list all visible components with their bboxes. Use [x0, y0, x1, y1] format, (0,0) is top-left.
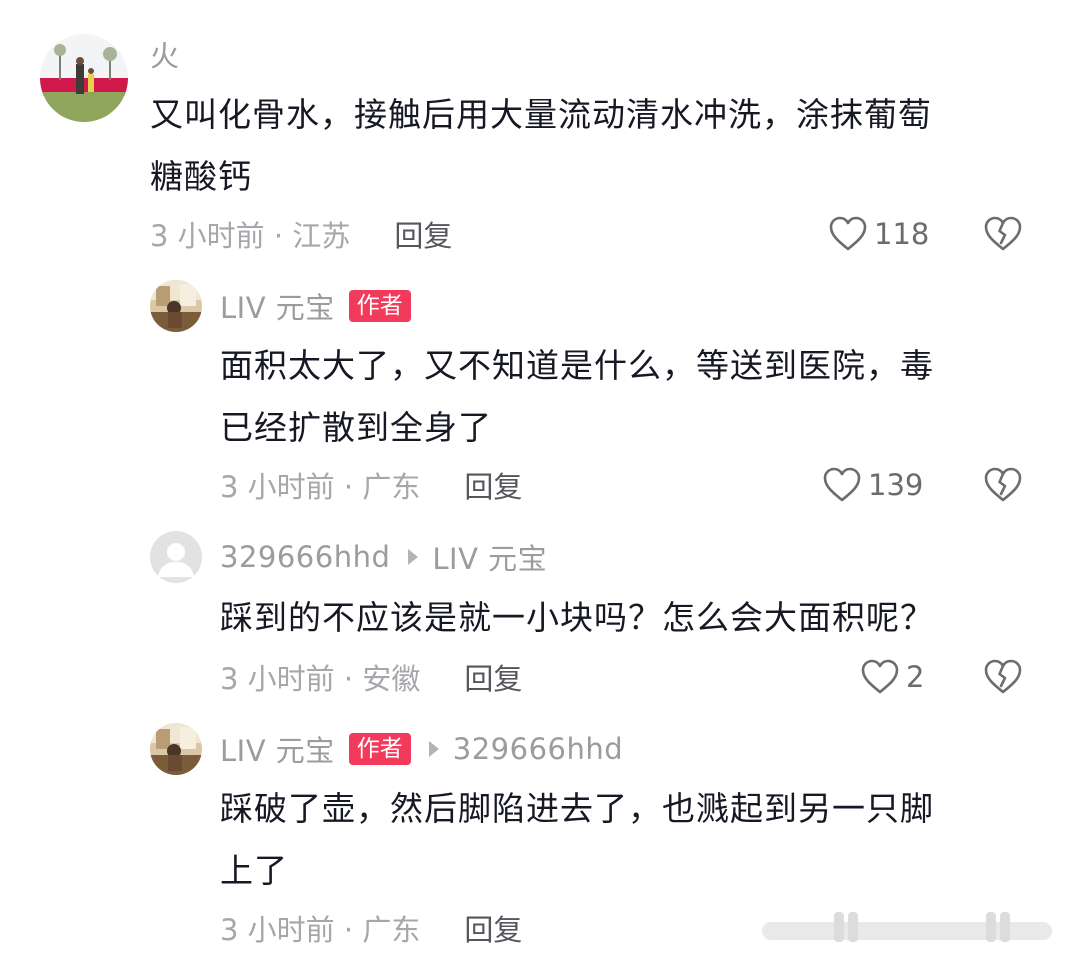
meta-row: 3 小时前 · 广东 回复 — [220, 463, 522, 507]
broken-heart-icon[interactable] — [983, 465, 1023, 505]
avatar[interactable] — [40, 34, 128, 122]
comment-text-line: 踩到的不应该是就一小块吗？怎么会大面积呢？ — [220, 598, 934, 637]
comment-text: 踩破了壶，然后脚陷进去了，也溅起到另一只脚 上了 — [220, 778, 1040, 902]
meta-row: 3 小时前 · 安徽 回复 — [220, 655, 522, 699]
heart-outline-icon — [860, 657, 900, 697]
meta-row: 3 小时前 · 广东 回复 — [220, 906, 522, 950]
username[interactable]: 火 — [150, 33, 180, 75]
meta-row: 3 小时前 · 江苏 回复 — [150, 212, 452, 256]
avatar[interactable] — [150, 531, 202, 583]
username[interactable]: LIV 元宝 — [220, 728, 335, 770]
username-row: LIV 元宝 作者 329666hhd — [220, 729, 623, 769]
reply-button[interactable]: 回复 — [394, 213, 452, 255]
username-row: 火 — [150, 34, 180, 74]
comment-text-line: 又叫化骨水，接触后用大量流动清水冲洗，涂抹葡萄 — [150, 95, 932, 134]
username[interactable]: LIV 元宝 — [220, 285, 335, 327]
triangle-right-icon — [408, 549, 419, 565]
time-location: 3 小时前 · 安徽 — [220, 662, 421, 696]
time-location: 3 小时前 · 广东 — [220, 470, 421, 504]
like-count: 139 — [868, 468, 924, 502]
author-badge: 作者 — [348, 733, 411, 765]
like-count: 2 — [906, 660, 925, 694]
avatar[interactable] — [150, 723, 202, 775]
like-button[interactable]: 118 — [828, 212, 929, 256]
username-row: LIV 元宝 作者 — [220, 286, 411, 326]
reply-to-username[interactable]: 329666hhd — [453, 732, 623, 766]
avatar-photo-icon — [40, 34, 128, 122]
comment-text-line: 踩破了壶，然后脚陷进去了，也溅起到另一只脚 — [220, 789, 934, 828]
comment-text: 面积太大了，又不知道是什么，等送到医院，毒 已经扩散到全身了 — [220, 335, 1040, 459]
comment-text: 踩到的不应该是就一小块吗？怎么会大面积呢？ — [220, 587, 1040, 649]
comment-text: 又叫化骨水，接触后用大量流动清水冲洗，涂抹葡萄 糖酸钙 — [150, 84, 1030, 208]
author-badge: 作者 — [348, 290, 411, 322]
avatar-photo-icon — [150, 280, 202, 332]
comment-text-line: 已经扩散到全身了 — [220, 408, 492, 447]
comment-text-line: 上了 — [220, 851, 288, 890]
like-count: 118 — [874, 217, 930, 251]
like-button[interactable]: 2 — [860, 655, 924, 699]
default-avatar-icon — [150, 531, 202, 583]
like-button[interactable]: 139 — [822, 463, 923, 507]
username[interactable]: 329666hhd — [220, 540, 390, 574]
watermark-overlay-icon — [762, 912, 1052, 942]
avatar[interactable] — [150, 280, 202, 332]
time-location: 3 小时前 · 江苏 — [150, 219, 351, 253]
heart-outline-icon — [828, 214, 868, 254]
reply-button[interactable]: 回复 — [464, 464, 522, 506]
avatar-photo-icon — [150, 723, 202, 775]
heart-outline-icon — [822, 465, 862, 505]
reply-button[interactable]: 回复 — [464, 656, 522, 698]
username-row: 329666hhd LIV 元宝 — [220, 537, 547, 577]
broken-heart-icon[interactable] — [983, 657, 1023, 697]
time-location: 3 小时前 · 广东 — [220, 913, 421, 947]
reply-to-username[interactable]: LIV 元宝 — [432, 536, 547, 578]
broken-heart-icon[interactable] — [983, 214, 1023, 254]
comment-text-line: 糖酸钙 — [150, 157, 252, 196]
reply-button[interactable]: 回复 — [464, 907, 522, 949]
comment-text-line: 面积太大了，又不知道是什么，等送到医院，毒 — [220, 346, 934, 385]
triangle-right-icon — [428, 741, 439, 757]
